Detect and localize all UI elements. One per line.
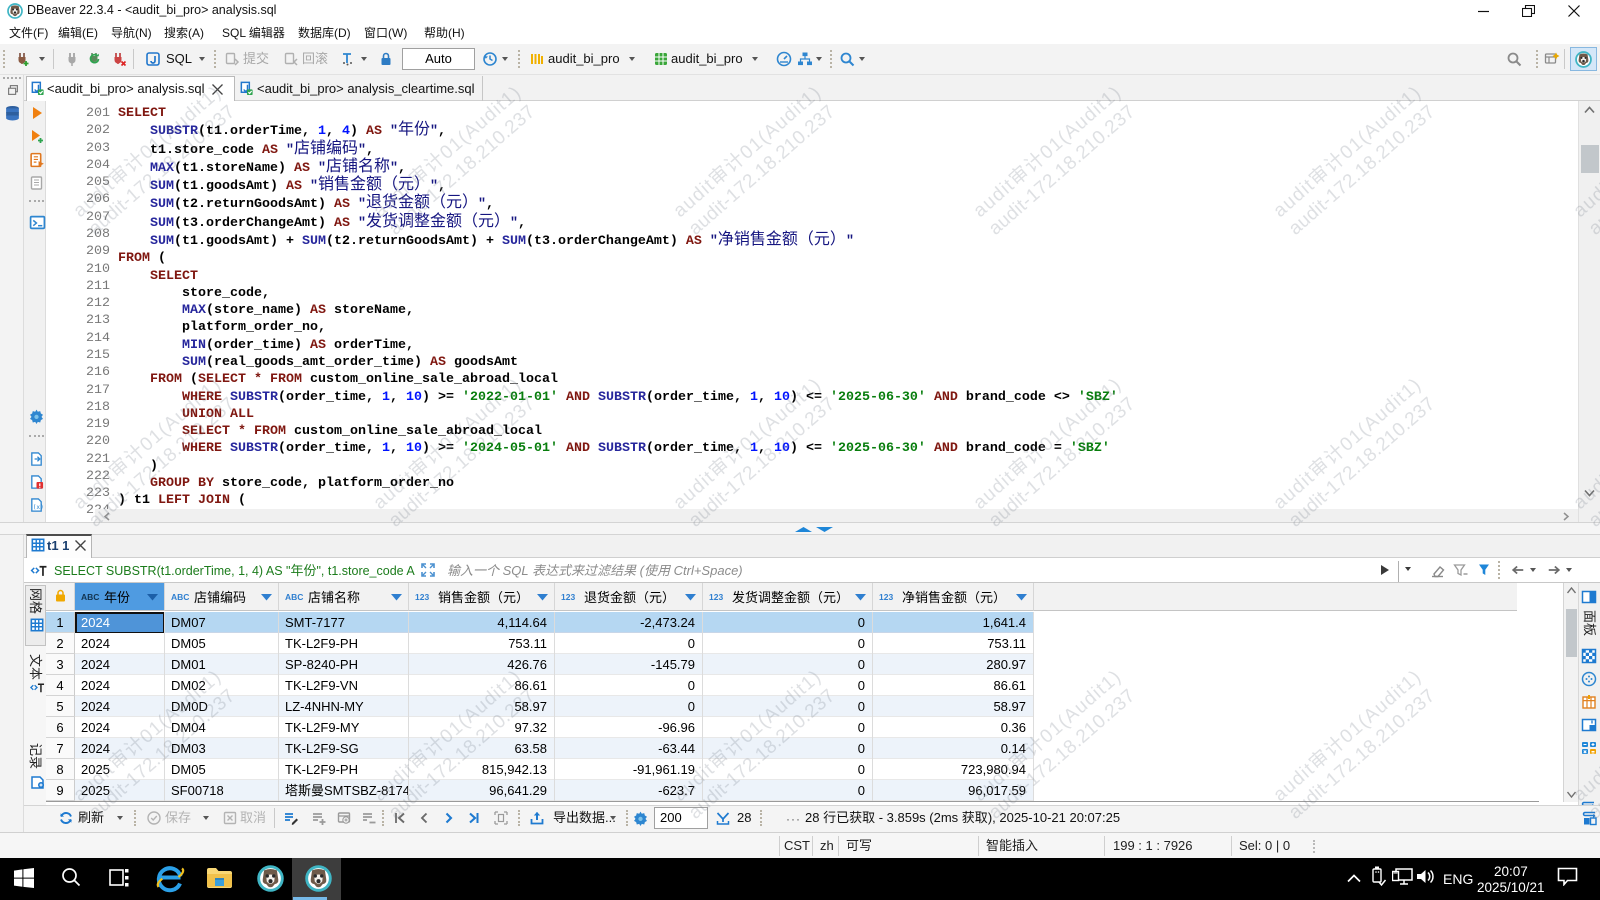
svg-text:(x): (x) [33, 504, 44, 511]
